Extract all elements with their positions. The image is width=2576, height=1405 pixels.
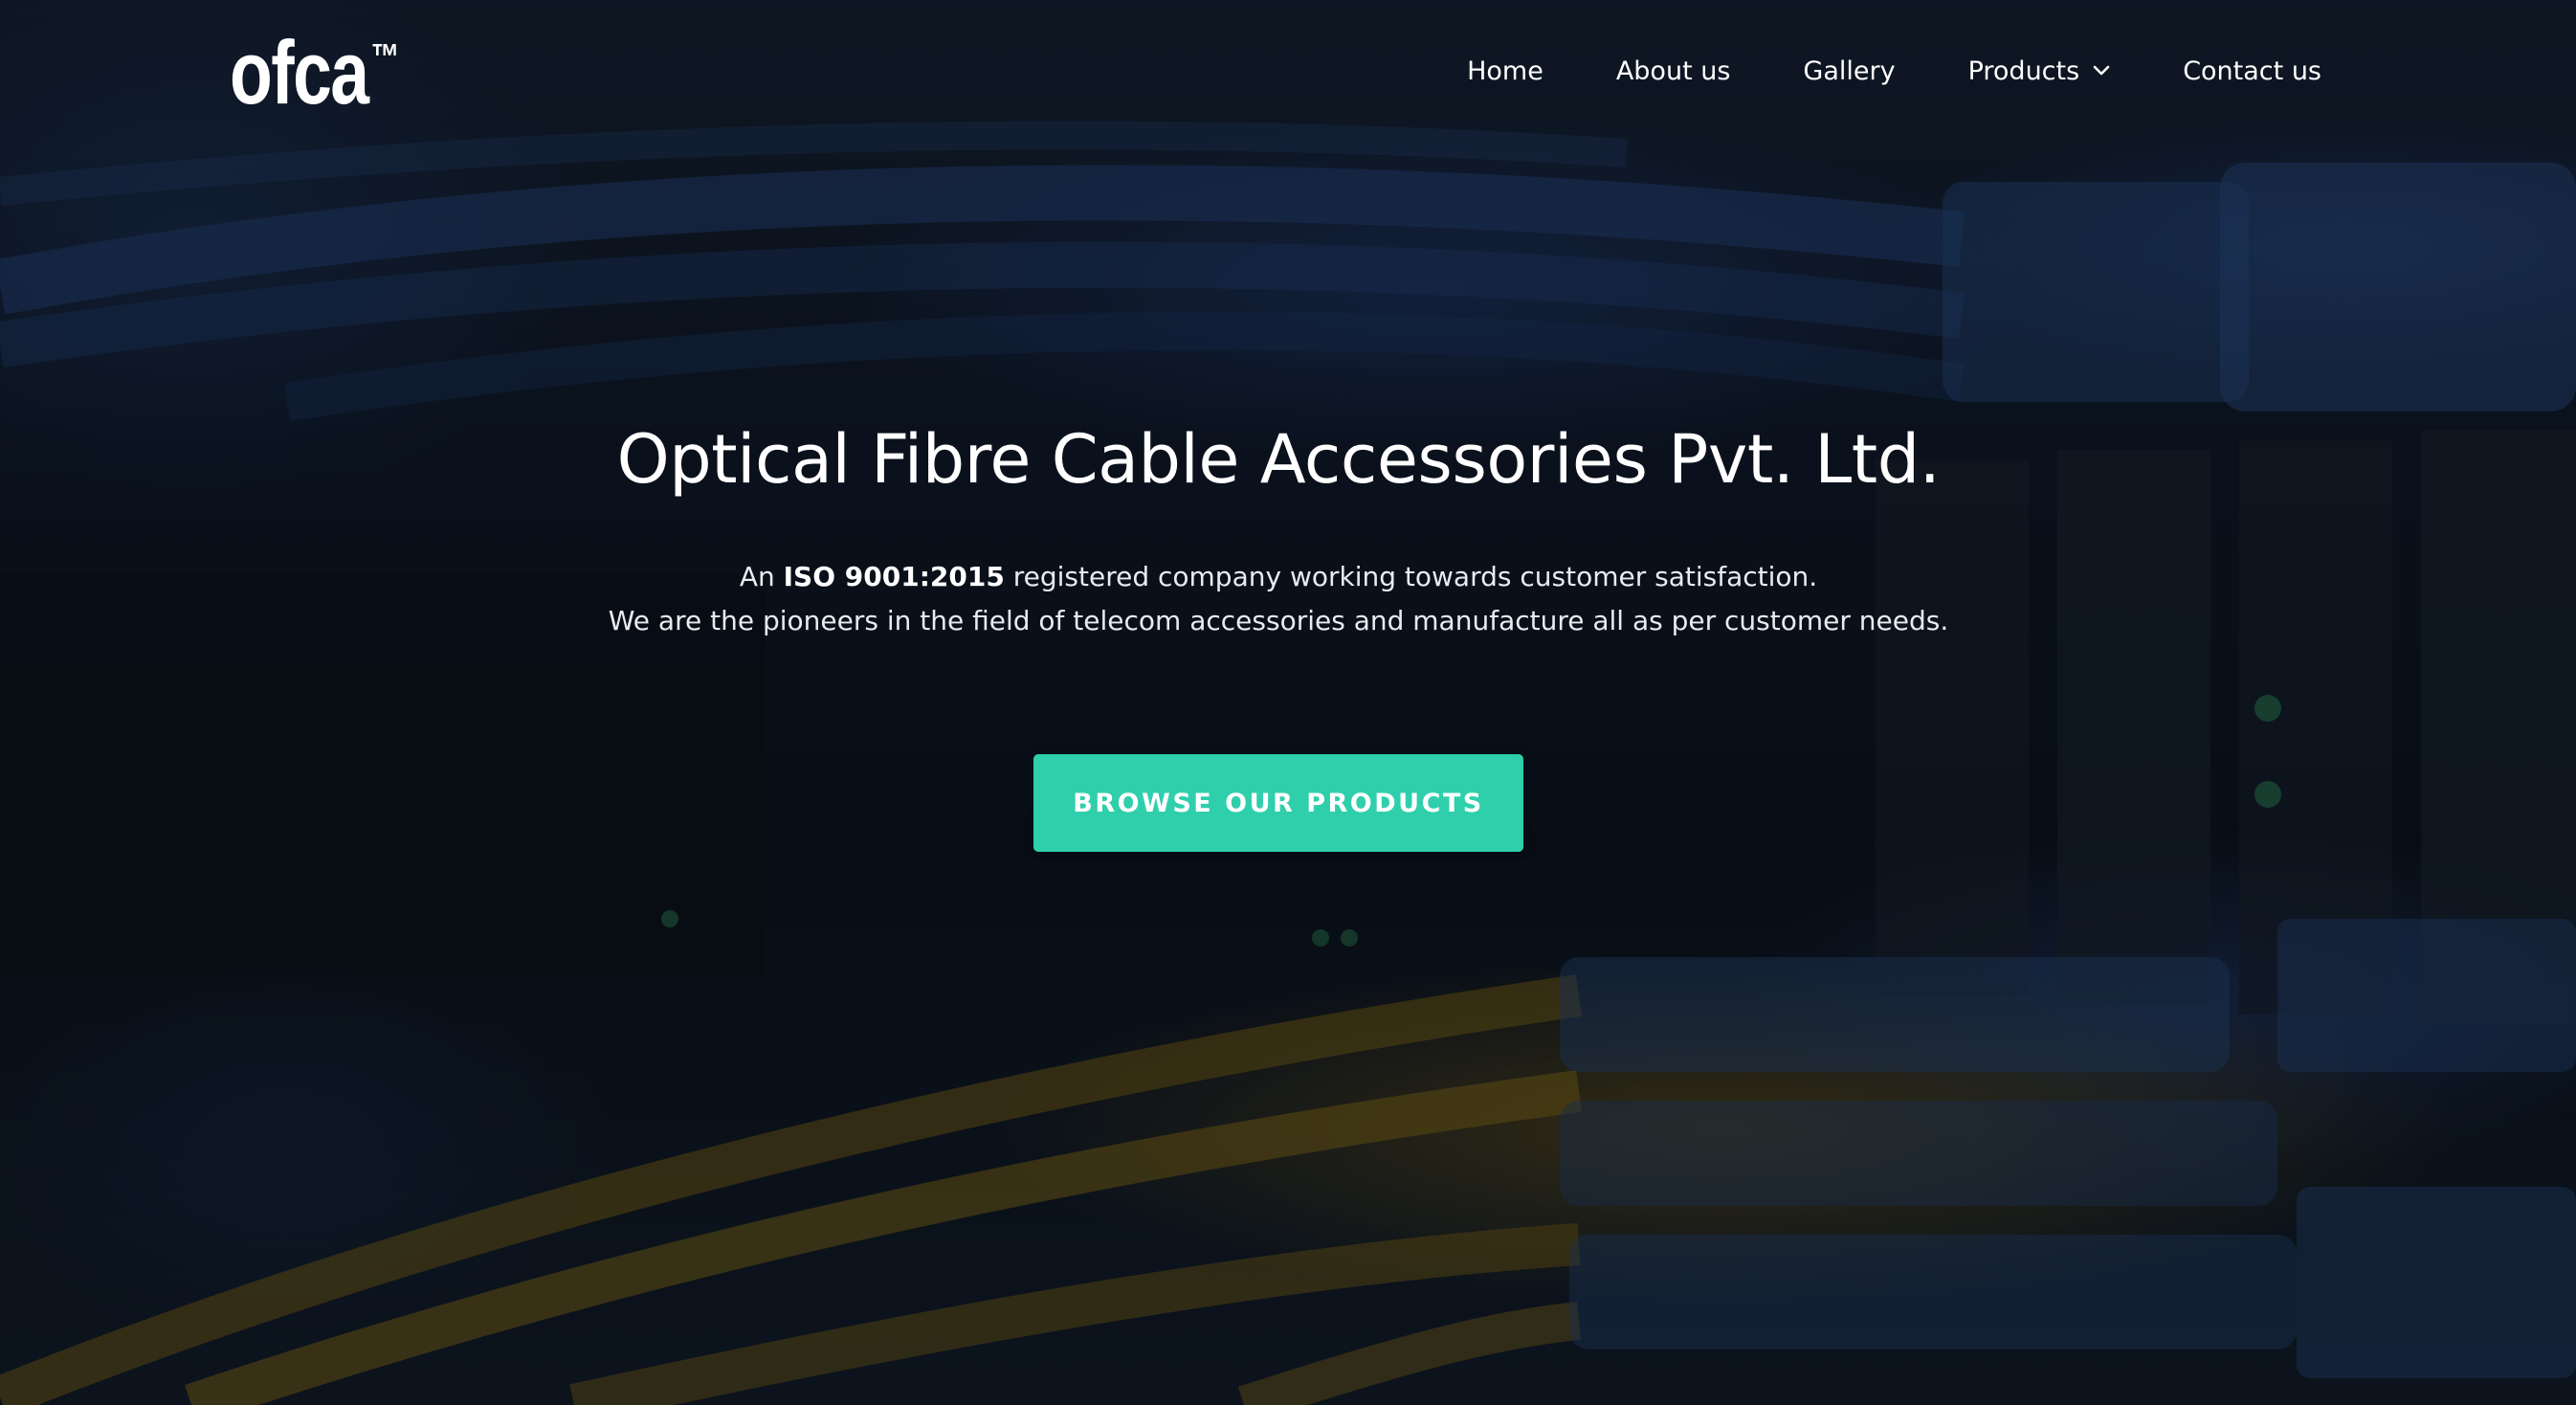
- hero-description: An ISO 9001:2015 registered company work…: [0, 555, 2557, 643]
- nav-contact-us[interactable]: Contact us: [2146, 56, 2321, 86]
- hero-description-line-1: An ISO 9001:2015 registered company work…: [0, 555, 2557, 599]
- browse-products-button[interactable]: BROWSE OUR PRODUCTS: [1033, 754, 1523, 852]
- brand-name: ofca: [230, 22, 369, 123]
- nav-products-dropdown[interactable]: Products: [1932, 56, 2147, 86]
- nav-gallery[interactable]: Gallery: [1766, 56, 1931, 86]
- hero-section: Optical Fibre Cable Accessories Pvt. Ltd…: [0, 402, 2557, 852]
- hero-line1-prefix: An: [739, 561, 784, 592]
- nav-products-label: Products: [1967, 56, 2080, 86]
- trademark-symbol: ™: [370, 37, 400, 78]
- hero-line1-suffix: registered company working towards custo…: [1004, 561, 1818, 592]
- nav-about-us[interactable]: About us: [1580, 56, 1767, 86]
- nav-home[interactable]: Home: [1431, 56, 1580, 86]
- brand-logo[interactable]: ofca ™: [230, 25, 399, 121]
- cta-wrapper: BROWSE OUR PRODUCTS: [0, 754, 2557, 852]
- iso-certification: ISO 9001:2015: [783, 561, 1005, 592]
- hero-title: Optical Fibre Cable Accessories Pvt. Ltd…: [616, 420, 1941, 499]
- top-navbar: ofca ™ Home About us Gallery Products Co…: [0, 0, 2576, 144]
- chevron-down-icon: [2093, 65, 2110, 76]
- hero-description-line-2: We are the pioneers in the field of tele…: [608, 605, 1949, 636]
- main-nav: Home About us Gallery Products Contact u…: [1431, 42, 2321, 100]
